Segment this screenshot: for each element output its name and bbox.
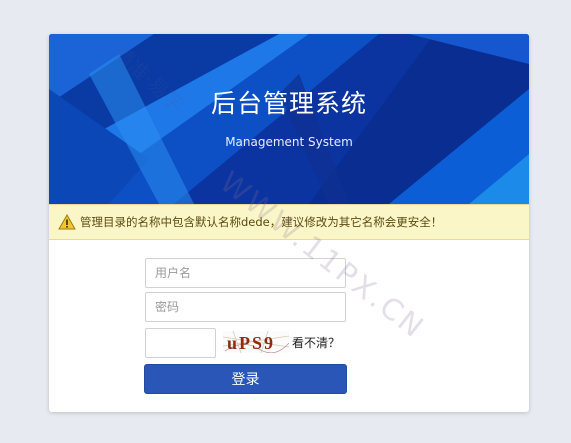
system-title: 后台管理系统 xyxy=(210,89,367,118)
security-warning: 管理目录的名称中包含默认名称dede，建议修改为其它名称会更安全！ xyxy=(49,204,529,240)
username-input[interactable] xyxy=(145,258,346,288)
captcha-text: uPS9 xyxy=(227,333,275,353)
refresh-captcha-link[interactable]: 看不清？ xyxy=(292,334,340,351)
captcha-input[interactable] xyxy=(145,328,216,358)
captcha-image[interactable]: uPS9 xyxy=(223,331,289,353)
warning-triangle-icon xyxy=(58,214,76,230)
warning-message: 管理目录的名称中包含默认名称dede，建议修改为其它名称会更安全！ xyxy=(80,215,443,229)
login-card: 后台管理系统 Management System 管理目录的名称中包含默认名称d… xyxy=(49,34,529,412)
header-banner: 后台管理系统 Management System xyxy=(49,34,529,204)
system-subtitle: Management System xyxy=(225,135,353,149)
login-button[interactable]: 登录 xyxy=(144,364,347,394)
password-input[interactable] xyxy=(145,292,346,322)
